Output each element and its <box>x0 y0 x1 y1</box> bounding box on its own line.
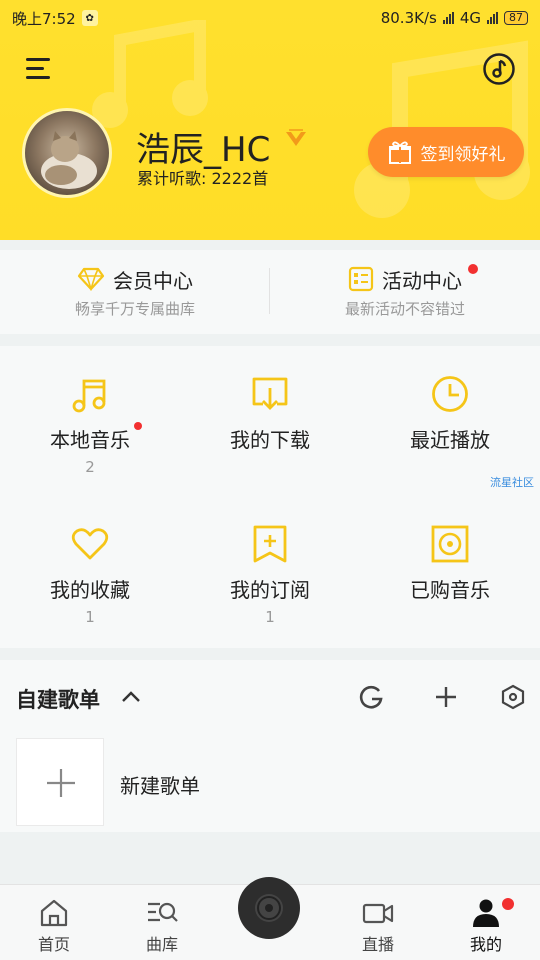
listen-count: 累计听歌: 2222首 <box>137 169 269 188</box>
activity-center-subtitle: 最新活动不容错过 <box>344 300 465 318</box>
menu-icon[interactable] <box>26 58 52 80</box>
bookmark-plus-icon <box>253 525 287 563</box>
grid-label: 本地音乐 <box>50 428 130 452</box>
grid-label: 最近播放 <box>410 428 490 452</box>
vip-center-entry[interactable]: 会员中心 畅享千万专属曲库 <box>0 250 270 334</box>
notification-app-icon: ✿ <box>81 10 98 26</box>
my-music-grid: 本地音乐 2 我的下载 最近播放 流星社区 我的收藏 1 我的订阅 1 已购音乐 <box>0 346 540 648</box>
playlist-title: 自建歌单 <box>16 688 100 712</box>
tab-label: 我的 <box>469 935 502 954</box>
my-playlists-section: 自建歌单 新建歌单 <box>0 660 540 832</box>
tab-live[interactable]: 直播 <box>324 885 432 960</box>
grid-item-purchased[interactable]: 已购音乐 <box>360 496 540 646</box>
avatar[interactable] <box>22 108 112 198</box>
activity-badge-dot <box>468 264 478 274</box>
diamond-icon <box>77 267 105 291</box>
user-icon <box>473 899 499 927</box>
music-note-icon <box>72 379 106 413</box>
checkin-label: 签到领好礼 <box>420 144 506 165</box>
vip-center-subtitle: 畅享千万专属曲库 <box>74 300 195 318</box>
new-playlist-label[interactable]: 新建歌单 <box>120 770 200 799</box>
tab-mine[interactable]: 我的 <box>432 885 540 960</box>
add-icon[interactable] <box>433 684 459 710</box>
vip-badge-icon[interactable] <box>284 128 308 148</box>
home-icon <box>40 899 68 927</box>
clock-icon <box>432 376 468 412</box>
grid-count: 2 <box>85 458 95 476</box>
video-icon <box>362 903 394 924</box>
disc-icon <box>255 894 283 922</box>
vinyl-icon <box>431 525 469 563</box>
now-playing-disc[interactable] <box>238 877 300 939</box>
new-playlist-button[interactable] <box>16 738 104 826</box>
community-link[interactable]: 流星社区 <box>490 474 534 490</box>
heart-icon <box>71 528 109 560</box>
music-recognition-icon[interactable] <box>482 52 516 86</box>
activity-list-icon <box>348 266 374 292</box>
grid-label: 我的下载 <box>230 428 310 452</box>
local-music-badge-dot <box>134 422 142 430</box>
bottom-tab-bar: 首页 曲库 直播 我的 <box>0 877 540 960</box>
activity-center-title: 活动中心 <box>382 268 462 293</box>
username: 浩辰_HC <box>136 130 271 170</box>
profile-header: 晚上7:52 ✿ 80.3K/s 4G 87 浩辰_HC 累计听歌: 2222首 <box>0 0 540 240</box>
import-playlist-icon[interactable] <box>358 684 384 710</box>
grid-item-local-music[interactable]: 本地音乐 2 <box>0 346 180 496</box>
grid-label: 已购音乐 <box>410 578 490 602</box>
signal-icon <box>442 12 454 24</box>
battery-icon: 87 <box>504 11 528 25</box>
grid-label: 我的收藏 <box>50 578 130 602</box>
tab-home[interactable]: 首页 <box>0 885 108 960</box>
library-search-icon <box>148 902 178 922</box>
status-time: 晚上7:52 <box>12 9 76 28</box>
status-bar: 晚上7:52 ✿ 80.3K/s 4G 87 <box>0 0 540 36</box>
member-activity-card: 会员中心 畅享千万专属曲库 活动中心 最新活动不容错过 <box>0 250 540 334</box>
checkin-button[interactable]: 签到领好礼 <box>368 127 524 177</box>
cat-avatar-image <box>41 131 97 189</box>
tab-label: 首页 <box>37 935 70 954</box>
grid-count: 1 <box>265 608 275 626</box>
tab-label: 直播 <box>361 935 394 954</box>
grid-item-subscriptions[interactable]: 我的订阅 1 <box>180 496 360 646</box>
status-network: 4G <box>459 9 481 27</box>
grid-item-favorites[interactable]: 我的收藏 1 <box>0 496 180 646</box>
tab-label: 曲库 <box>145 935 178 954</box>
download-icon <box>252 377 288 410</box>
activity-center-entry[interactable]: 活动中心 最新活动不容错过 <box>270 250 540 334</box>
tab-library[interactable]: 曲库 <box>108 885 216 960</box>
mine-badge-dot <box>502 898 514 910</box>
vip-center-title: 会员中心 <box>113 268 193 293</box>
status-speed: 80.3K/s <box>380 9 437 27</box>
chevron-up-icon[interactable] <box>120 686 142 708</box>
grid-label: 我的订阅 <box>230 578 310 602</box>
settings-hexagon-icon[interactable] <box>500 684 526 710</box>
gift-icon <box>388 141 411 164</box>
grid-item-downloads[interactable]: 我的下载 <box>180 346 360 496</box>
plus-icon <box>47 769 75 797</box>
signal-icon <box>487 12 498 24</box>
grid-count: 1 <box>85 608 95 626</box>
